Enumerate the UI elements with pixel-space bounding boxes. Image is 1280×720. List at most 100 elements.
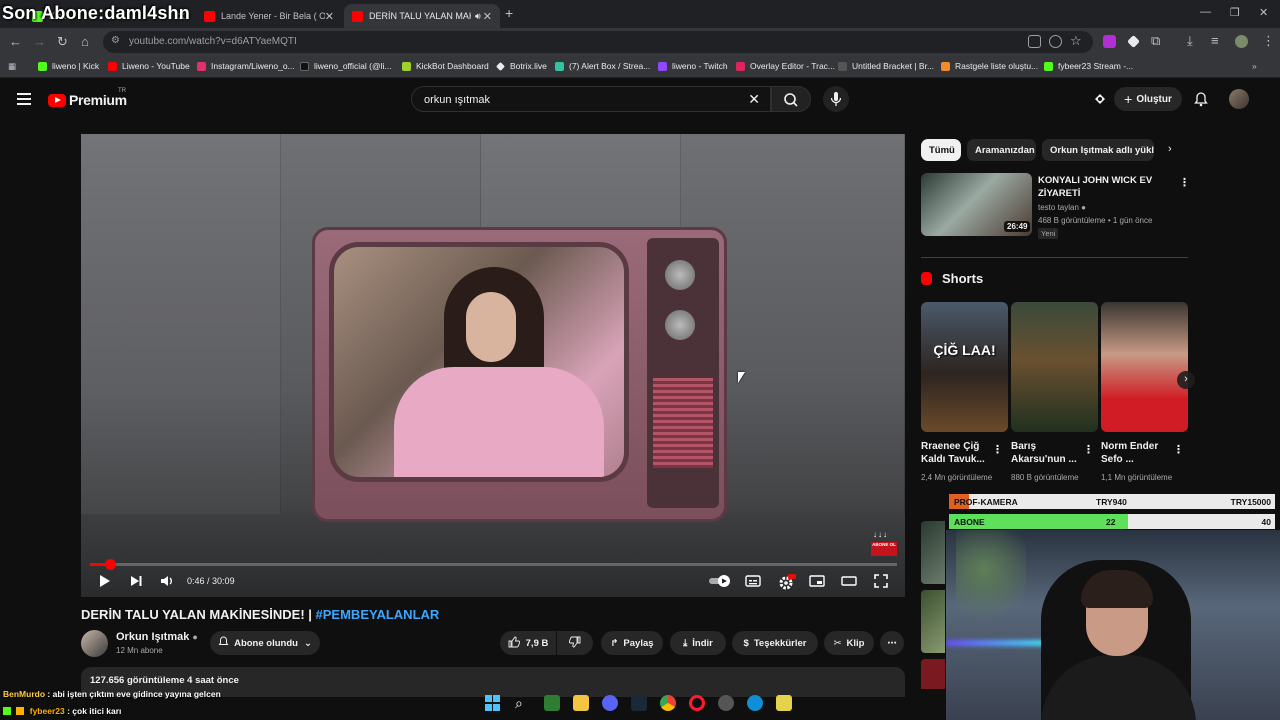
chip-from-search[interactable]: Aramanızdan [967, 139, 1036, 161]
dislike-button[interactable] [557, 631, 593, 655]
close-window-button[interactable]: ✕ [1259, 6, 1268, 19]
home-icon[interactable]: ⌂ [81, 34, 89, 49]
file-explorer-icon[interactable] [573, 695, 589, 711]
short-title-2[interactable]: Barış Akarsu'nun ... [1011, 440, 1083, 466]
app-icon[interactable] [544, 695, 560, 711]
chip-all[interactable]: Tümü [921, 139, 961, 161]
media-control-icon[interactable]: ≡ [1211, 33, 1219, 48]
more-vertical-icon[interactable]: ⋮ [1173, 443, 1184, 456]
app-icon[interactable] [776, 695, 792, 711]
chrome-icon[interactable] [660, 695, 676, 711]
thanks-button[interactable]: $ Teşekkürler [732, 631, 818, 655]
extension-icon[interactable] [1103, 35, 1116, 48]
extensions-puzzle-icon[interactable]: ⧉ [1151, 33, 1160, 49]
edge-icon[interactable] [747, 695, 763, 711]
like-button[interactable]: 7,9 B [500, 631, 556, 655]
notifications-bell-icon[interactable] [1193, 91, 1209, 110]
clear-search-icon[interactable]: ✕ [748, 91, 760, 108]
bookmark-3[interactable]: Instagram/Liweno_o... [197, 61, 295, 71]
short-thumbnail-1[interactable]: ÇİĞ LAA! [921, 302, 1008, 432]
windows-start-icon[interactable] [485, 695, 500, 711]
reload-icon[interactable]: ↻ [57, 34, 68, 50]
speaker-icon[interactable]: 🔊︎ [475, 11, 481, 22]
fullscreen-icon[interactable] [874, 574, 888, 591]
share-button[interactable]: ↱ Paylaş [601, 631, 663, 655]
video-player[interactable]: ↓↓↓ ABONE OL [81, 134, 905, 597]
hamburger-menu-icon[interactable] [17, 93, 31, 105]
create-button[interactable]: + Oluştur [1114, 87, 1182, 111]
bookmark-12[interactable]: fybeer23 Stream -... [1044, 61, 1133, 71]
bookmark-4[interactable]: liweno_official (@li... [300, 61, 391, 71]
more-actions-button[interactable]: ⋯ [880, 631, 904, 655]
bookmark-9[interactable]: Overlay Editor - Trac... [736, 61, 835, 71]
subtitles-icon[interactable] [745, 574, 761, 591]
sidebar-thumbnail[interactable] [921, 590, 945, 653]
theater-mode-icon[interactable] [841, 574, 857, 591]
bookmark-10[interactable]: Untitled Bracket | Br... [838, 61, 934, 71]
forward-arrow-icon[interactable]: → [33, 34, 46, 49]
more-vertical-icon[interactable]: ⋮ [992, 443, 1003, 456]
browser-menu-icon[interactable]: ⋮ [1262, 33, 1275, 49]
channel-name[interactable]: Orkun Işıtmak ● [116, 631, 198, 643]
youtube-premium-logo[interactable]: Premium TR [48, 88, 127, 108]
recommended-title[interactable]: KONYALI JOHN WICK EV ZİYARETİ [1038, 174, 1178, 200]
volume-icon[interactable] [160, 574, 176, 591]
bookmark-2[interactable]: Liweno - YouTube [108, 61, 190, 71]
discord-icon[interactable] [602, 695, 618, 711]
miniplayer-icon[interactable] [809, 574, 825, 591]
short-thumbnail-2[interactable] [1011, 302, 1098, 432]
bookmark-7[interactable]: (7) Alert Box / Strea... [555, 61, 650, 71]
restore-button[interactable]: ❐ [1230, 6, 1240, 19]
sidebar-thumbnail[interactable] [921, 659, 945, 689]
more-bookmarks-icon[interactable]: » [1252, 61, 1257, 71]
address-bar[interactable]: ⚙ youtube.com/watch?v=d6ATYaeMQTI [103, 31, 1093, 53]
close-icon[interactable]: ✕ [325, 10, 334, 23]
bookmark-11[interactable]: Rastgele liste oluştu... [941, 61, 1038, 71]
install-app-icon[interactable] [1028, 35, 1041, 48]
play-icon[interactable] [97, 574, 111, 591]
short-title-3[interactable]: Norm Ender Sefo ... [1101, 440, 1173, 466]
bookmark-1[interactable]: liweno | Kick [38, 61, 99, 71]
extension-diamond-icon[interactable] [1127, 35, 1140, 48]
back-arrow-icon[interactable]: ← [9, 34, 22, 49]
bookmark-6[interactable]: Botrix.live [496, 61, 547, 71]
tab-lande-yener[interactable]: Lande Yener - Bir Bela ( Official ✕ [196, 4, 342, 28]
opera-icon[interactable] [689, 695, 705, 711]
download-icon[interactable]: ⤓ [1187, 33, 1193, 49]
obs-icon[interactable] [718, 695, 734, 711]
new-tab-button[interactable]: + [505, 5, 513, 21]
subscribed-button[interactable]: Abone olundu ⌄ [210, 631, 320, 655]
cast-icon[interactable] [1092, 91, 1108, 110]
search-button[interactable] [771, 86, 811, 112]
autoplay-toggle[interactable] [708, 574, 732, 591]
shorts-next-button[interactable]: › [1177, 371, 1195, 389]
bookmark-8[interactable]: liweno - Twitch [658, 61, 728, 71]
minimize-button[interactable]: — [1200, 6, 1211, 18]
more-vertical-icon[interactable]: ⋮ [1179, 176, 1190, 189]
sidebar-thumbnail[interactable] [921, 521, 945, 584]
site-info-icon[interactable]: ⚙ [111, 35, 120, 46]
subscribe-watermark[interactable]: ↓↓↓ ABONE OL [871, 530, 897, 558]
bookmark-star-icon[interactable]: ☆ [1070, 33, 1082, 49]
bookmark-5[interactable]: KickBot Dashboard [402, 61, 489, 71]
next-icon[interactable] [129, 574, 143, 591]
tracking-icon[interactable] [1049, 35, 1062, 48]
search-icon[interactable]: ⌕ [515, 695, 531, 711]
more-vertical-icon[interactable]: ⋮ [1083, 443, 1094, 456]
recommended-channel[interactable]: testo taylan ● [1038, 203, 1086, 212]
search-input[interactable]: orkun ışıtmak ✕ [411, 86, 771, 112]
short-title-1[interactable]: Rraenee Çiğ Kaldı Tavuk... [921, 440, 993, 466]
account-avatar[interactable] [1229, 89, 1249, 109]
hashtag-link[interactable]: #PEMBEYALANLAR [316, 607, 440, 622]
clip-button[interactable]: ✂ Klip [824, 631, 874, 655]
voice-search-button[interactable] [823, 86, 849, 112]
apps-grid-icon[interactable]: ▦ [8, 61, 16, 72]
download-button[interactable]: ⤓ İndir [670, 631, 726, 655]
settings-gear-icon[interactable] [778, 574, 796, 593]
tab-active-video[interactable]: DERİN TALU YALAN MAKİN 🔊︎ ✕ [344, 4, 500, 28]
chip-uploads[interactable]: Orkun Işıtmak adlı yükle [1042, 139, 1154, 161]
steam-icon[interactable] [631, 695, 647, 711]
chevron-right-icon[interactable]: › [1168, 143, 1172, 155]
profile-avatar[interactable] [1235, 35, 1248, 48]
channel-avatar[interactable] [81, 630, 108, 657]
